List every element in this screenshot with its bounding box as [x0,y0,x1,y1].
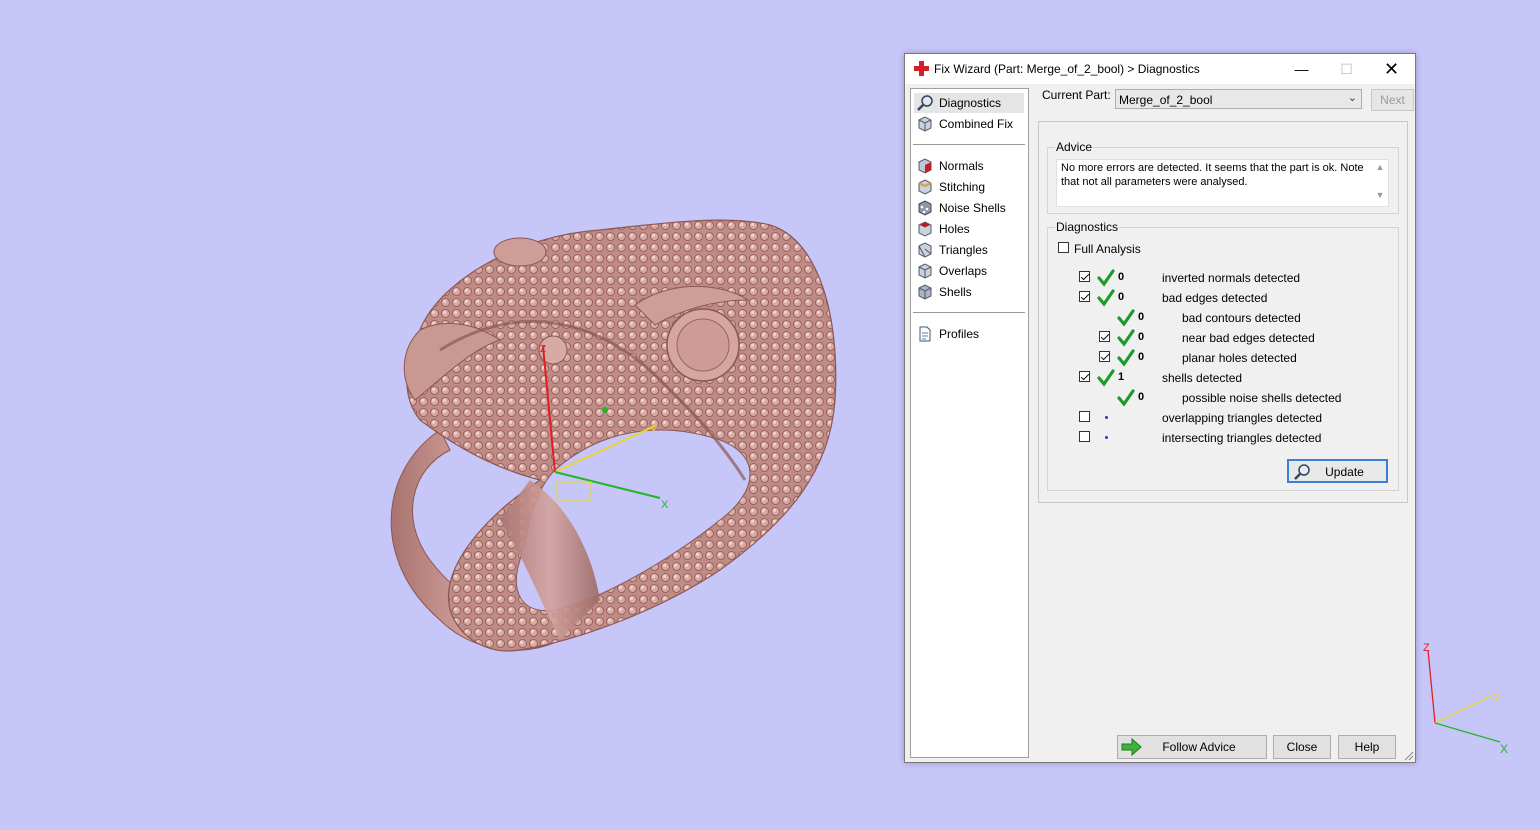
nav-item-label: Triangles [939,243,988,257]
row-label: intersecting triangles detected [1162,431,1322,445]
green-checkmark-icon [1117,349,1135,367]
green-checkmark-icon [1117,389,1135,407]
full-analysis-check[interactable] [1058,242,1069,253]
diag-row-near-bad-edges: 0 near bad edges detected [905,329,1315,347]
nav-item-label: Noise Shells [939,201,1006,215]
nav-separator [913,144,1025,145]
row-checkbox[interactable] [1079,431,1090,442]
nav-item-label: Combined Fix [939,117,1014,131]
update-button[interactable]: Update [1287,459,1388,483]
nav-item-holes[interactable]: Holes [914,219,1024,239]
window-title: Fix Wizard (Part: Merge_of_2_bool) > Dia… [934,62,1200,76]
row-count: 0 [1118,291,1125,303]
diag-row-inverted-normals: 0 inverted normals detected [905,269,1300,287]
diag-row-bad-contours: 0 bad contours detected [905,309,1301,327]
row-label: inverted normals detected [1162,271,1301,285]
current-part-dropdown[interactable]: Merge_of_2_bool ⌄ [1115,89,1362,109]
triangles-cube-icon [918,242,932,258]
nav-item-stitching[interactable]: Stitching [914,177,1024,197]
stitching-cube-icon [918,179,932,195]
green-checkmark-icon [1117,309,1135,327]
green-arrow-right-icon [1121,738,1142,756]
nav-item-noise-shells[interactable]: Noise Shells [914,198,1024,218]
normals-cube-icon [918,158,932,174]
nav-item-label: Diagnostics [939,96,1002,110]
full-analysis-label: Full Analysis [1074,242,1141,256]
holes-cube-icon [918,221,932,237]
follow-advice-button[interactable]: Follow Advice [1117,735,1267,759]
nav-item-normals[interactable]: Normals [914,156,1024,176]
row-label: overlapping triangles detected [1162,411,1323,425]
advice-textbox[interactable]: No more errors are detected. It seems th… [1056,159,1389,207]
row-label: possible noise shells detected [1182,391,1342,405]
gizmo-x-label: X [661,499,669,511]
red-cross-icon [914,61,929,76]
noise-shells-icon [918,200,932,216]
row-count: 0 [1138,351,1145,363]
nav-item-combined-fix[interactable]: Combined Fix [914,114,1024,134]
diag-row-planar-holes: 0 planar holes detected [905,349,1297,367]
ring-model[interactable] [390,219,837,652]
row-label: shells detected [1162,371,1243,385]
gizmo-z-label: Z [540,344,546,355]
green-checkmark-icon [1117,329,1135,347]
nav-item-label: Holes [939,222,970,236]
green-checkmark-icon [1097,289,1115,307]
fix-wizard-dialog[interactable]: Fix Wizard (Part: Merge_of_2_bool) > Dia… [904,53,1416,763]
current-part-value: Merge_of_2_bool [1119,93,1213,107]
green-checkmark-icon [1097,369,1115,387]
not-analysed-dot-icon [1105,436,1108,439]
row-checkbox[interactable] [1079,371,1090,382]
follow-advice-label: Follow Advice [1162,740,1236,754]
cube-icon [918,116,932,132]
nav-item-diagnostics[interactable]: Diagnostics [914,93,1024,113]
nav-item-label: Stitching [939,180,986,194]
row-checkbox[interactable] [1099,331,1110,342]
magnifier-icon [917,95,933,111]
chevron-down-icon: ⌄ [1347,92,1357,104]
close-button[interactable]: Close [1273,735,1331,759]
help-button[interactable]: Help [1338,735,1396,759]
row-label: near bad edges detected [1182,331,1315,345]
maximize-button[interactable]: ☐ [1324,54,1369,84]
row-count: 0 [1138,391,1145,403]
diagnostics-title: Diagnostics [1055,220,1120,234]
corner-axes-indicator [1427,649,1501,743]
row-label: bad contours detected [1182,311,1301,325]
minimize-button[interactable]: — [1279,54,1324,84]
title-bar[interactable]: Fix Wizard (Part: Merge_of_2_bool) > Dia… [905,54,1415,84]
row-count: 0 [1138,331,1145,343]
row-count: 0 [1138,311,1145,323]
update-label: Update [1325,465,1364,479]
nav-item-triangles[interactable]: Triangles [914,240,1024,260]
row-count: 1 [1118,371,1125,383]
row-checkbox[interactable] [1079,291,1090,302]
row-checkbox[interactable] [1099,351,1110,362]
nav-item-label: Normals [939,159,984,173]
corner-x-label: X [1500,742,1508,756]
diag-row-intersecting-triangles: intersecting triangles detected [905,429,1321,447]
row-label: planar holes detected [1182,351,1297,365]
corner-z-label: Z [1423,642,1430,654]
advice-text: No more errors are detected. It seems th… [1061,162,1364,188]
diag-row-shells: 1 shells detected [905,369,1265,387]
close-window-button[interactable]: ✕ [1369,54,1414,84]
green-checkmark-icon [1097,269,1115,287]
not-analysed-dot-icon [1105,416,1108,419]
diag-row-overlapping-triangles: overlapping triangles detected [905,409,1322,427]
current-part-label: Current Part: [1042,88,1111,102]
gizmo-y-label: Y [650,425,658,437]
diag-row-bad-edges: 0 bad edges detected [905,289,1268,307]
row-checkbox[interactable] [1079,411,1090,422]
diag-row-noise-shells: 0 possible noise shells detected [905,389,1341,407]
advice-scrollbar[interactable]: ▲ ▼ [1372,160,1388,206]
next-button[interactable]: Next [1371,89,1414,111]
advice-title: Advice [1055,140,1094,154]
resize-grip-icon[interactable] [1404,751,1414,761]
row-count: 0 [1118,271,1125,283]
corner-y-label: Y [1493,692,1501,704]
row-label: bad edges detected [1162,291,1268,305]
row-checkbox[interactable] [1079,271,1090,282]
